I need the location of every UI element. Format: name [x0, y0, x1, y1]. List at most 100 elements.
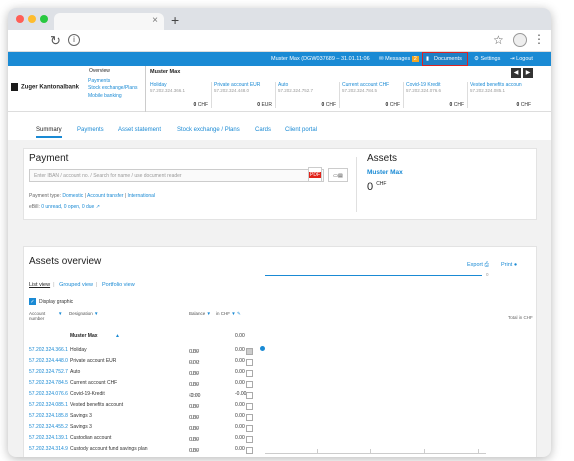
maximize-window-button[interactable] — [40, 15, 48, 23]
sort-icon: ▼ — [231, 311, 236, 316]
tab-client-portal[interactable]: Client portal — [285, 127, 317, 133]
account-number-link[interactable]: 57.202.324.076.6 — [29, 391, 68, 397]
close-tab-icon[interactable]: × — [152, 15, 158, 26]
bank-name: Zuger Kantonalbank — [21, 84, 80, 91]
portfolio-view-tab[interactable]: Portfolio view — [102, 282, 135, 288]
tab-payments[interactable]: Payments — [77, 127, 104, 133]
table-row[interactable]: 57.202.324.139.1 Custodian account 0.00 CH… — [29, 433, 274, 444]
export-button[interactable]: Export ⎙ — [467, 262, 489, 269]
assets-owner-link[interactable]: Muster Max — [367, 169, 403, 176]
account-tile[interactable]: Auto 57.202.324.752.7 0 CHF — [278, 82, 340, 108]
payment-card: Payment Enter IBAN / account no. / Searc… — [23, 148, 537, 220]
checkbox-checked-icon[interactable]: ✓ — [29, 298, 36, 305]
account-tile[interactable]: Covid-19 Kredit 57.202.324.076.6 0 CHF — [406, 82, 468, 108]
col-designation[interactable]: Designation ▼ — [69, 311, 99, 316]
account-tile[interactable]: Vested benefits accoun 57.202.324.085.1 … — [470, 82, 534, 108]
payment-search-input[interactable]: Enter IBAN / account no. / Search for na… — [29, 169, 324, 182]
account-number-link[interactable]: 57.202.324.752.7 — [29, 369, 68, 375]
browser-window: × + ↻ i ☆ ⋮ Muster Max (DGW037689 – 31.0… — [8, 8, 551, 457]
messages-label: Messages — [385, 56, 411, 62]
browser-tab[interactable]: × — [54, 13, 164, 30]
settings-link[interactable]: ⚙ Settings — [474, 56, 500, 62]
balance-chf: 0.00 — [235, 347, 245, 353]
account-transfer-link[interactable]: Account transfer — [87, 193, 123, 199]
document-reader-icon[interactable]: ▭▤ — [328, 168, 348, 182]
minimize-window-button[interactable] — [28, 15, 36, 23]
profile-avatar[interactable] — [513, 33, 527, 47]
grouped-view-tab[interactable]: Grouped view — [59, 282, 93, 288]
balance-chf: 0.00 — [235, 446, 245, 452]
overview-link[interactable]: Overview — [89, 68, 110, 74]
table-row[interactable]: 57.202.324.455.2 Savings 3 0.00 CHF 0.00 — [29, 422, 274, 433]
chart-tick — [370, 449, 371, 453]
bank-logo[interactable]: Zuger Kantonalbank — [11, 83, 79, 91]
bookmark-star-icon[interactable]: ☆ — [493, 33, 504, 47]
col-in-chf[interactable]: in CHF ▼ ✎ — [216, 311, 241, 317]
designation: Auto — [70, 369, 81, 375]
prev-accounts-button[interactable]: ◀ — [511, 68, 521, 78]
tab-asset-statement[interactable]: Asset statement — [118, 127, 161, 133]
quick-menu: Overview Payments Stock exchange/Plans M… — [88, 66, 146, 112]
table-row[interactable]: 57.202.324.752.7 Auto 0.00 CHF 0.00 — [29, 367, 274, 378]
edit-icon[interactable]: ✎ — [237, 311, 241, 316]
reload-icon[interactable]: ↻ — [50, 33, 61, 49]
col-account-number[interactable]: Account number — [29, 311, 59, 321]
table-row[interactable]: 57.202.324.366.1 Holiday 0.00 CHF 0.00 — [29, 345, 274, 356]
collapse-icon[interactable]: ▲ — [115, 333, 120, 339]
ebill-status-link[interactable]: 0 unread, 0 open, 0 due — [41, 204, 94, 210]
domestic-link[interactable]: Domestic — [62, 193, 83, 199]
tab-cards[interactable]: Cards — [255, 127, 271, 133]
browser-menu-icon[interactable]: ⋮ — [533, 32, 545, 46]
site-info-icon[interactable]: i — [68, 34, 80, 46]
assets-overview-card: Assets overview Export ⎙ Print ● List vi… — [23, 246, 537, 457]
documents-button[interactable]: ▮ Documents — [422, 52, 468, 66]
account-number-link[interactable]: 57.202.324.185.8 — [29, 413, 68, 419]
account-number-link[interactable]: 57.202.324.448.0 — [29, 358, 68, 364]
list-view-tab[interactable]: List view — [29, 282, 50, 288]
document-icon: ▮ — [426, 56, 430, 62]
sort-icon[interactable]: ▼ — [58, 311, 62, 316]
col-balance[interactable]: Balance ▼ — [189, 311, 211, 316]
external-link-icon[interactable]: ↗ — [96, 204, 100, 210]
messages-link[interactable]: ✉ Messages 2 — [379, 56, 419, 62]
display-graphic-label: Display graphic — [39, 298, 74, 305]
tab-summary[interactable]: Summary — [36, 127, 62, 138]
table-row[interactable]: 57.202.324.185.8 Savings 3 0.00 CHF 0.00 — [29, 411, 274, 422]
close-window-button[interactable] — [16, 15, 24, 23]
mobile-banking-link[interactable]: Mobile banking — [88, 93, 122, 99]
account-number-link[interactable]: 57.202.324.784.5 — [29, 380, 68, 386]
display-graphic-toggle[interactable]: ✓ Display graphic — [29, 298, 73, 305]
international-link[interactable]: International — [128, 193, 156, 199]
card-divider — [356, 157, 357, 212]
balance-chf: 0.00 — [235, 435, 245, 441]
account-tile[interactable]: Holiday 57.202.324.366.1 0 CHF — [150, 82, 212, 108]
account-tile[interactable]: Private account EUR 57.202.324.448.0 0 E… — [214, 82, 276, 108]
balance-chf: 0.00 — [235, 358, 245, 364]
account-number-link[interactable]: 57.202.324.314.9 — [29, 446, 68, 452]
account-number-link[interactable]: 57.202.324.455.2 — [29, 424, 68, 430]
designation: Custodian account — [70, 435, 112, 441]
payments-link[interactable]: Payments — [88, 78, 110, 84]
table-row[interactable]: 57.202.324.448.0 Private account EUR 0.00 … — [29, 356, 274, 367]
table-row[interactable]: 57.202.324.784.5 Current account CHF 0.00 … — [29, 378, 274, 389]
table-row[interactable]: 57.202.324.314.9 Custody account fund sav… — [29, 444, 274, 455]
payment-type-label: Payment type: — [29, 193, 61, 199]
chart-tick — [317, 449, 318, 453]
designation: Vested benefits account — [70, 402, 124, 408]
stock-link[interactable]: Stock exchange/Plans — [88, 85, 137, 91]
logout-link[interactable]: ⇥ Logout — [510, 56, 533, 62]
account-number-link[interactable]: 57.202.324.366.1 — [29, 347, 68, 353]
table-row[interactable]: 57.202.324.076.6 Covid-19-Kredit -0.00 CHF… — [29, 389, 274, 400]
table-row[interactable]: 57.202.324.085.1 Vested benefits account 0… — [29, 400, 274, 411]
pdf-upload-icon[interactable]: PDF — [308, 167, 322, 182]
account-number-link[interactable]: 57.202.324.085.1 — [29, 402, 68, 408]
tab-stock-exchange[interactable]: Stock exchange / Plans — [177, 127, 240, 133]
account-tile[interactable]: Current account CHF 57.202.324.784.5 0 C… — [342, 82, 404, 108]
new-tab-button[interactable]: + — [171, 12, 179, 28]
account-number-link[interactable]: 57.202.324.139.1 — [29, 435, 68, 441]
print-button[interactable]: Print ● — [501, 262, 517, 268]
account-tile-number: 57.202.324.085.1 — [470, 88, 506, 93]
sort-icon: ▼ — [206, 311, 211, 316]
next-accounts-button[interactable]: ▶ — [523, 68, 533, 78]
bank-logo-icon — [11, 83, 18, 91]
